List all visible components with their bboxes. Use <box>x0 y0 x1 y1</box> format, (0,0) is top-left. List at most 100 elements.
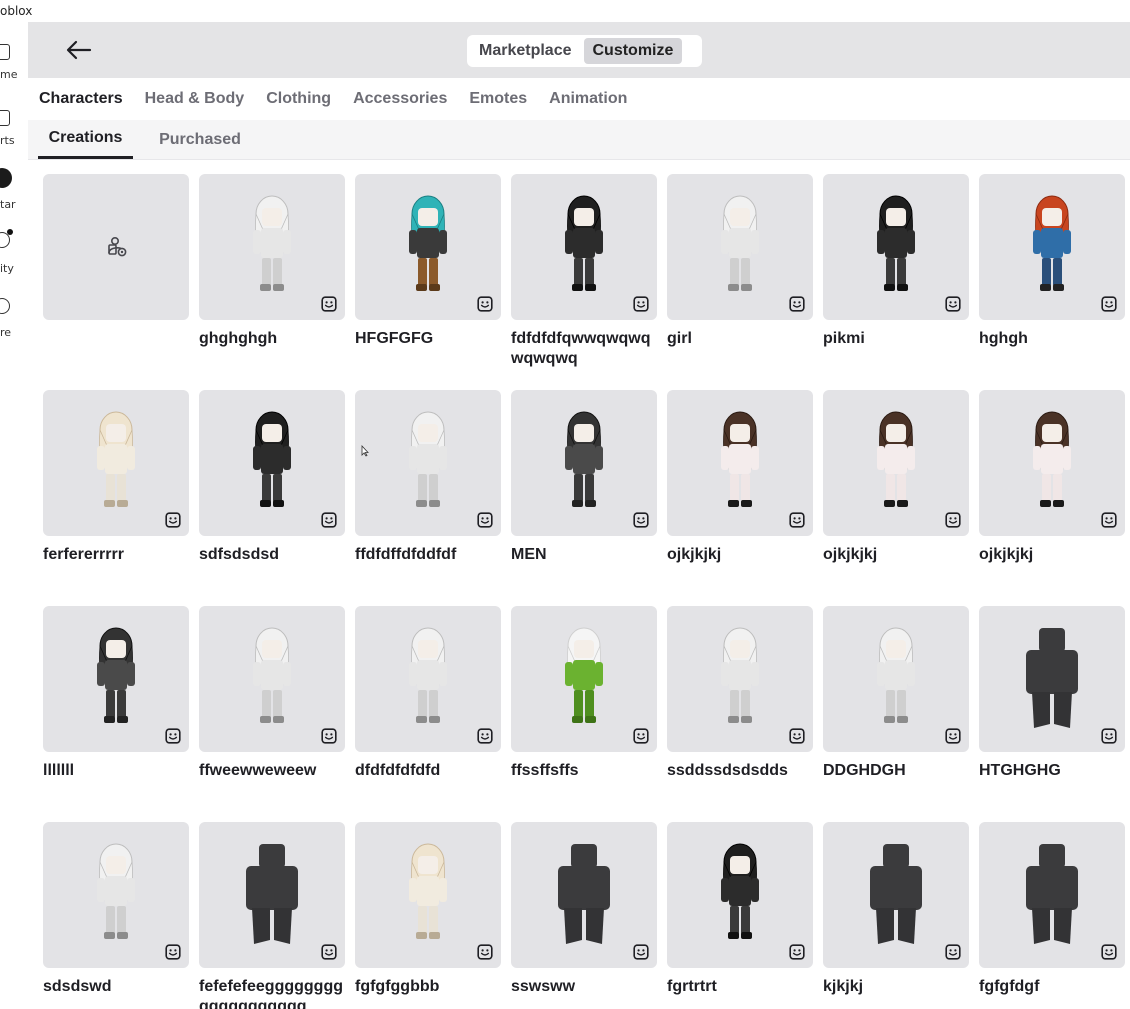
character-card[interactable]: ssddssdsdsdds <box>667 606 813 806</box>
character-thumbnail <box>667 822 813 968</box>
character-name: lllllll <box>43 762 75 779</box>
character-thumbnail <box>823 390 969 536</box>
avatar-editor-icon <box>1101 944 1117 960</box>
avatar-figure <box>565 627 603 723</box>
character-card[interactable]: hghgh <box>979 174 1125 374</box>
tab-animation[interactable]: Animation <box>549 90 627 108</box>
sidebar-item-community[interactable]: ity <box>0 229 28 275</box>
character-card[interactable]: ojkjkjkj <box>823 390 969 590</box>
character-thumbnail <box>511 174 657 320</box>
mouse-cursor-icon <box>361 445 369 457</box>
tab-purchased[interactable]: Purchased <box>153 120 247 159</box>
character-thumbnail <box>511 390 657 536</box>
character-card[interactable]: HFGFGFG <box>355 174 501 374</box>
avatar-editor-icon <box>633 512 649 528</box>
character-name: fgfgfggbbb <box>355 978 440 995</box>
avatar-editor-icon <box>789 728 805 744</box>
avatar-figure <box>409 843 447 939</box>
character-name: kjkjkj <box>823 978 864 995</box>
avatar-editor-icon <box>1101 512 1117 528</box>
character-card[interactable]: ojkjkjkj <box>667 390 813 590</box>
sidebar-item-charts[interactable]: rts <box>0 110 28 150</box>
avatar-icon <box>0 168 12 188</box>
character-card[interactable]: girl <box>667 174 813 374</box>
character-card[interactable]: DDGHDGH <box>823 606 969 806</box>
character-card[interactable]: kjkjkj <box>823 822 969 1009</box>
tab-emotes[interactable]: Emotes <box>469 90 527 108</box>
character-card[interactable]: lllllll <box>43 606 189 806</box>
marketplace-tab[interactable]: Marketplace <box>470 38 581 64</box>
character-card[interactable]: sdsdswd <box>43 822 189 1009</box>
tab-characters[interactable]: Characters <box>39 90 123 108</box>
character-thumbnail <box>979 822 1125 968</box>
character-name: ffssffsffs <box>511 762 579 779</box>
character-thumbnail <box>979 174 1125 320</box>
character-card[interactable]: ferfererrrrr <box>43 390 189 590</box>
avatar-figure <box>877 195 915 291</box>
character-card[interactable]: ojkjkjkj <box>979 390 1125 590</box>
character-name: fdfdfdfqwwqwqwqwqwqwq <box>511 330 651 367</box>
avatar-figure <box>1026 844 1078 944</box>
avatar-editor-icon <box>321 728 337 744</box>
character-card[interactable]: ffssffsffs <box>511 606 657 806</box>
sidebar-item-avatar[interactable]: tar <box>0 168 28 211</box>
character-thumbnail <box>355 606 501 752</box>
tab-creations[interactable]: Creations <box>38 120 133 159</box>
sidebar-item-more[interactable]: re <box>0 298 28 339</box>
character-card[interactable]: HTGHGHG <box>979 606 1125 806</box>
app-title: oblox <box>0 4 33 18</box>
character-name: ffweewweweew <box>199 762 317 779</box>
avatar-editor-icon <box>633 296 649 312</box>
character-card[interactable]: fgfgfdgf <box>979 822 1125 1009</box>
tab-accessories[interactable]: Accessories <box>353 90 447 108</box>
character-name: ojkjkjkj <box>823 546 878 563</box>
character-card[interactable]: fefefefeeggggggggggggggggggg <box>199 822 345 1009</box>
avatar-figure <box>877 627 915 723</box>
avatar-figure <box>246 844 298 944</box>
avatar-figure <box>97 627 135 723</box>
character-card[interactable]: fgrtrtrt <box>667 822 813 1009</box>
character-thumbnail <box>511 606 657 752</box>
character-card[interactable]: fgfgfggbbb <box>355 822 501 1009</box>
character-thumbnail <box>667 606 813 752</box>
back-button[interactable] <box>64 36 94 64</box>
avatar-editor-icon <box>633 944 649 960</box>
avatar-figure <box>1026 628 1078 728</box>
character-name: HTGHGHG <box>979 762 1061 779</box>
character-card[interactable]: ffweewweweew <box>199 606 345 806</box>
sidebar-item-home[interactable]: me <box>0 44 28 84</box>
avatar-editor-icon <box>321 296 337 312</box>
character-name: ghghghgh <box>199 330 278 347</box>
tab-head-body[interactable]: Head & Body <box>145 90 245 108</box>
character-card[interactable]: sswsww <box>511 822 657 1009</box>
create-character-thumbnail <box>43 174 189 320</box>
character-thumbnail <box>667 390 813 536</box>
avatar-editor-icon <box>1101 728 1117 744</box>
character-name: DDGHDGH <box>823 762 906 779</box>
sub-tabs: Creations Purchased <box>28 120 1130 160</box>
character-thumbnail <box>43 606 189 752</box>
customize-tab[interactable]: Customize <box>583 38 683 64</box>
character-thumbnail <box>355 174 501 320</box>
tab-clothing[interactable]: Clothing <box>266 90 331 108</box>
home-icon <box>0 44 10 60</box>
character-card[interactable]: MEN <box>511 390 657 590</box>
avatar-figure <box>253 627 291 723</box>
avatar-editor-icon <box>477 512 493 528</box>
character-card[interactable]: pikmi <box>823 174 969 374</box>
character-card[interactable]: fdfdfdfqwwqwqwqwqwqwq <box>511 174 657 374</box>
avatar-editor-icon <box>633 728 649 744</box>
avatar-figure <box>721 627 759 723</box>
character-name: fgrtrtrt <box>667 978 717 995</box>
character-card[interactable]: dfdfdfdfdfd <box>355 606 501 806</box>
create-character-card[interactable] <box>43 174 189 374</box>
character-card[interactable]: ghghghgh <box>199 174 345 374</box>
character-card[interactable]: sdfsdsdsd <box>199 390 345 590</box>
notification-dot <box>7 229 13 235</box>
character-name: sdfsdsdsd <box>199 546 280 563</box>
character-name: ffdfdffdfddfdf <box>355 546 457 563</box>
character-name: hghgh <box>979 330 1028 347</box>
character-card[interactable]: ffdfdffdfddfdf <box>355 390 501 590</box>
character-name: ojkjkjkj <box>979 546 1034 563</box>
sidebar-item-label: tar <box>0 198 16 211</box>
